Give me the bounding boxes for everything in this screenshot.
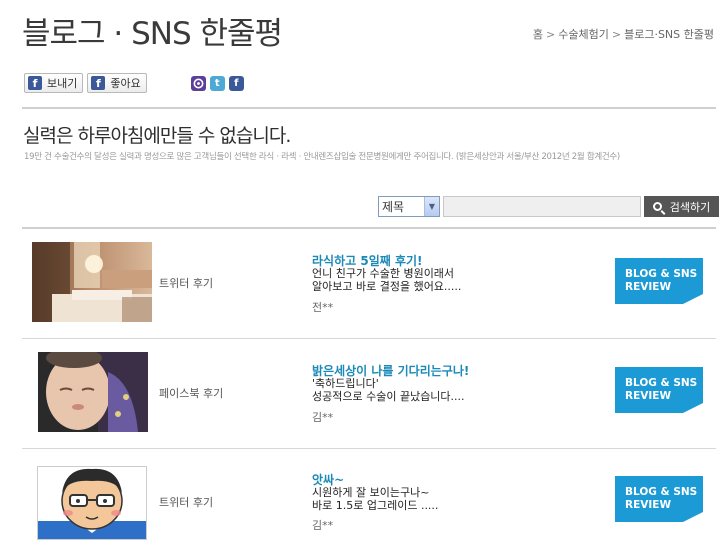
review-author: 전**	[312, 301, 334, 314]
blog-sns-review-label: REVIEW	[625, 390, 672, 402]
review-body: '축하드립니다' 성공적으로 수술이 끝났습니다....	[312, 377, 465, 403]
blog-sns-review-label: BLOG & SNS	[625, 268, 698, 280]
review-body-line: 언니 친구가 수술한 병원이래서	[312, 267, 455, 280]
blog-sns-review-label: REVIEW	[625, 281, 672, 293]
review-body-line: 시원하게 잘 보이는구나~	[312, 486, 430, 499]
breadcrumb-current: 블로그·SNS 한줄평	[624, 28, 714, 41]
review-thumbnail[interactable]	[38, 352, 148, 432]
chevron-right-icon: >	[546, 28, 556, 41]
search-button-label: 검색하기	[669, 200, 711, 214]
list-item: 페이스북 후기 밝은세상이 나를 기다리는구나! '축하드립니다' 성공적으로 …	[22, 339, 716, 449]
facebook-like-button[interactable]: f 좋아요	[87, 73, 147, 93]
breadcrumb-surgery-reviews[interactable]: 수술체험기	[558, 28, 609, 41]
search-icon	[652, 202, 662, 211]
review-thumbnail[interactable]	[32, 242, 152, 322]
facebook-icon: f	[91, 76, 106, 90]
facebook-icon: f	[28, 76, 42, 90]
review-body-line: 바로 1.5로 업그레이드 .....	[312, 499, 439, 512]
slogan: 실력은 하루아침에만들 수 없습니다.	[23, 125, 291, 147]
page-title: 블로그 · SNS 한줄평	[22, 16, 283, 52]
search-field-select[interactable]: 제목 ▼	[378, 196, 440, 217]
facebook-share-button[interactable]: f 보내기	[24, 73, 84, 93]
review-body: 시원하게 잘 보이는구나~ 바로 1.5로 업그레이드 .....	[312, 486, 438, 512]
review-source: 트위터 후기	[159, 277, 214, 290]
me2day-icon[interactable]	[190, 75, 206, 91]
intro-subtext: 19만 건 수술건수의 달성은 실력과 명성으로 많은 고객님들이 선택한 라식…	[24, 152, 620, 162]
share-button-label: 보내기	[47, 77, 78, 90]
blog-sns-review-button[interactable]: BLOG & SNS REVIEW	[615, 367, 703, 413]
search-input[interactable]	[443, 196, 641, 217]
review-author: 김**	[312, 519, 334, 532]
facebook-icon[interactable]: f	[228, 75, 244, 91]
breadcrumb: 홈 > 수술체험기 > 블로그·SNS 한줄평	[533, 26, 714, 42]
review-body-line: '축하드립니다'	[312, 377, 379, 390]
social-share-bar: f 보내기 f 좋아요 t f	[24, 73, 248, 93]
blog-sns-review-label: BLOG & SNS	[625, 486, 698, 498]
breadcrumb-home[interactable]: 홈	[533, 28, 543, 41]
twitter-icon[interactable]: t	[209, 75, 225, 91]
header-divider	[22, 107, 716, 109]
review-body-line: 성공적으로 수술이 끝났습니다....	[312, 390, 465, 403]
like-button-label: 좋아요	[110, 77, 141, 90]
chevron-right-icon: >	[611, 28, 622, 41]
search-button[interactable]: 검색하기	[644, 196, 719, 217]
blog-sns-review-label: REVIEW	[625, 499, 672, 511]
review-body: 언니 친구가 수술한 병원이래서 알아보고 바로 결정을 했어요.....	[312, 267, 461, 293]
review-source: 페이스북 후기	[159, 387, 224, 400]
search-bar: 제목 ▼ 검색하기	[378, 196, 719, 217]
blog-sns-review-label: BLOG & SNS	[625, 377, 698, 389]
blog-sns-review-button[interactable]: BLOG & SNS REVIEW	[615, 476, 703, 522]
review-source: 트위터 후기	[159, 496, 214, 509]
list-item: 트위터 후기 앗싸~ 시원하게 잘 보이는구나~ 바로 1.5로 업그레이드 .…	[22, 449, 716, 556]
search-field-select-value: 제목	[382, 200, 405, 214]
review-thumbnail[interactable]	[37, 466, 147, 540]
list-item: 트위터 후기 라식하고 5일째 후기! 언니 친구가 수술한 병원이래서 알아보…	[22, 229, 716, 339]
blog-sns-review-button[interactable]: BLOG & SNS REVIEW	[615, 258, 703, 304]
review-body-line: 알아보고 바로 결정을 했어요.....	[312, 280, 462, 293]
chevron-down-icon: ▼	[424, 197, 439, 216]
review-author: 김**	[312, 411, 334, 424]
